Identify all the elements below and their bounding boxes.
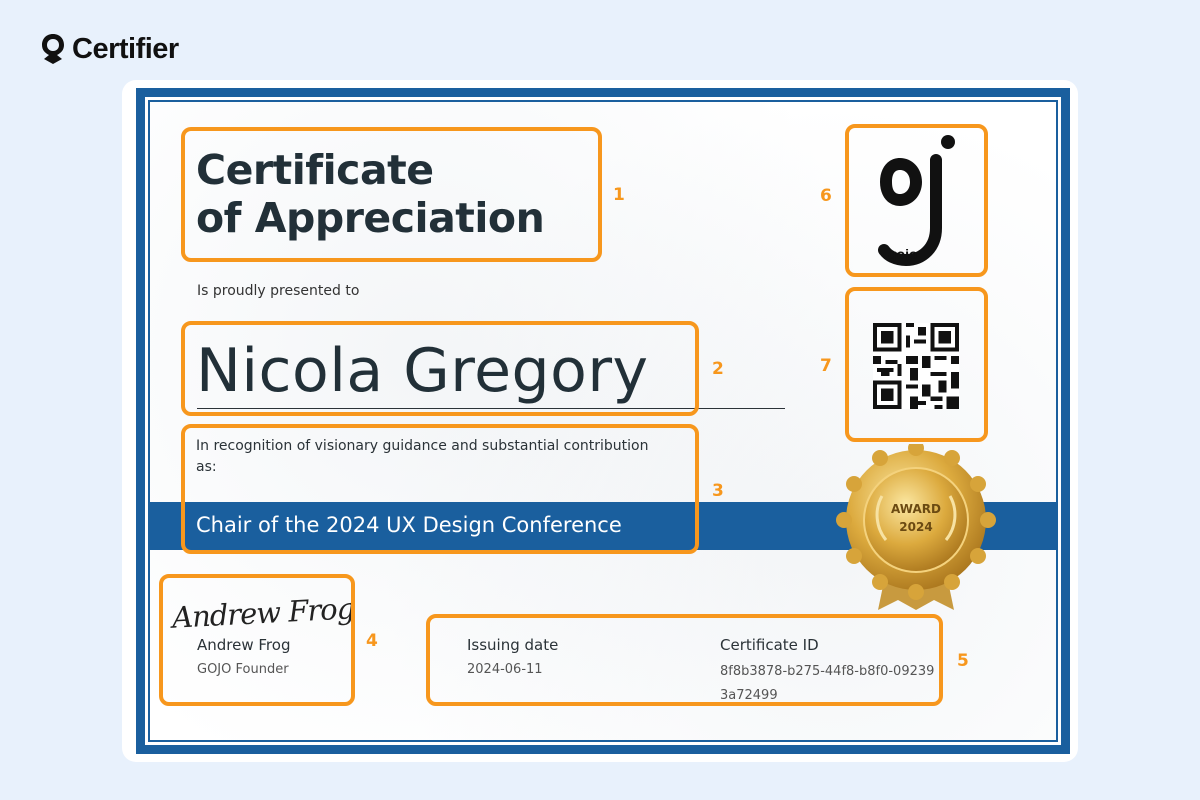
seal-line-2: 2024 [899,520,933,534]
brand: Certifier [40,32,179,66]
certifier-logo-icon [42,34,64,64]
seal-text: AWARD 2024 [876,500,956,536]
highlight-qr [845,287,988,442]
seal-line-1: AWARD [891,502,941,516]
callout-number-1: 1 [613,185,625,205]
highlight-title [181,127,602,262]
highlight-recognition [181,424,699,554]
callout-number-2: 2 [712,359,724,379]
highlight-signature [159,574,355,706]
presented-text: Is proudly presented to [197,283,360,299]
callout-number-7: 7 [820,356,832,376]
callout-number-6: 6 [820,186,832,206]
callout-number-5: 5 [957,651,969,671]
highlight-issue-details [426,614,943,706]
callout-number-3: 3 [712,481,724,501]
brand-name: Certifier [72,32,179,65]
callout-number-4: 4 [366,631,378,651]
highlight-logo [845,124,988,277]
highlight-recipient [181,321,699,416]
